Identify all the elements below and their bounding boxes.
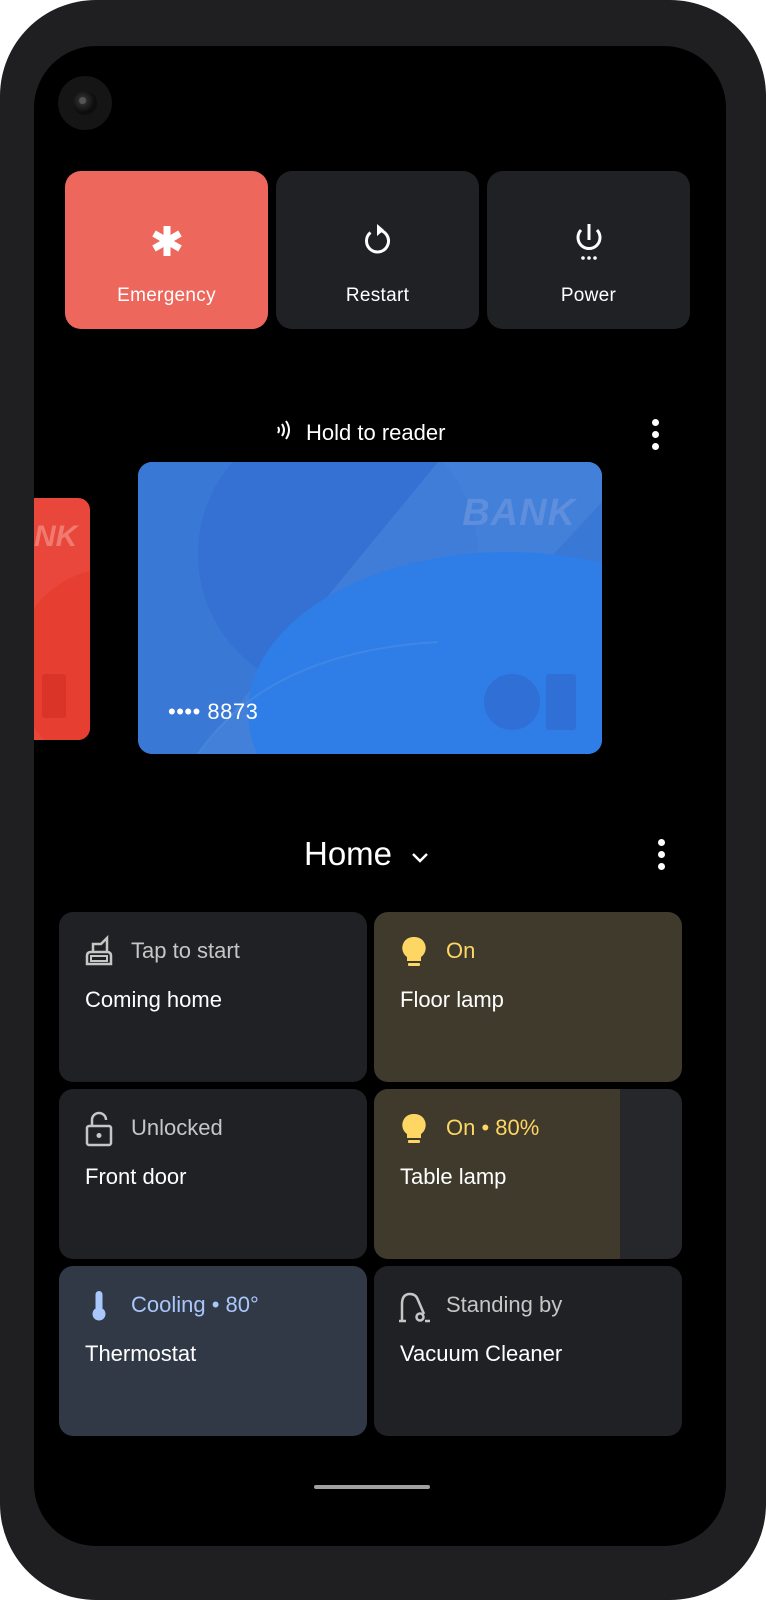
side-card-bank: NK	[34, 520, 78, 553]
restart-label: Restart	[345, 285, 410, 306]
restart-icon	[276, 221, 479, 261]
chevron-down-icon	[410, 835, 430, 873]
unlocked-icon	[81, 1111, 117, 1147]
screen: Emergency Restart Power Hold to reader N…	[34, 46, 726, 1546]
nfc-icon	[274, 419, 296, 447]
lightbulb-icon	[396, 934, 432, 970]
power-icon	[487, 221, 690, 261]
tile-floor-lamp[interactable]: On Floor lamp	[374, 912, 682, 1082]
gesture-navigation-handle[interactable]	[314, 1485, 430, 1489]
phone-frame: Emergency Restart Power Hold to reader N…	[0, 0, 766, 1600]
side-card[interactable]: NK	[34, 498, 90, 740]
card-bank-text: BANK	[462, 492, 576, 534]
vacuum-icon	[396, 1288, 432, 1324]
tile-name: Vacuum Cleaner	[400, 1341, 563, 1366]
routine-icon	[81, 934, 117, 970]
tile-name: Front door	[85, 1164, 187, 1189]
power-label: Power	[560, 285, 617, 306]
home-title: Home	[304, 835, 393, 872]
asterisk-icon	[65, 221, 268, 261]
tile-front-door[interactable]: Unlocked Front door	[59, 1089, 367, 1259]
tile-status: On	[446, 938, 476, 963]
tile-status: On • 80%	[446, 1115, 540, 1140]
hold-to-reader-label: Hold to reader	[306, 420, 446, 445]
card-number: •••• 8873	[168, 699, 259, 724]
tile-status: Unlocked	[131, 1115, 223, 1140]
tile-name: Table lamp	[400, 1164, 507, 1189]
tile-status: Tap to start	[131, 938, 240, 963]
restart-button[interactable]: Restart	[276, 171, 479, 329]
tile-vacuum-cleaner[interactable]: Standing by Vacuum Cleaner	[374, 1266, 682, 1436]
side-button	[760, 420, 766, 530]
tile-table-lamp[interactable]: On • 80% Table lamp	[374, 1089, 682, 1259]
thermometer-icon	[81, 1288, 117, 1324]
lightbulb-icon	[396, 1111, 432, 1147]
home-more-button[interactable]	[646, 834, 676, 874]
camera-icon	[58, 76, 112, 130]
wallet-more-button[interactable]	[640, 414, 670, 454]
frame-edge	[48, 0, 54, 8]
emergency-label: Emergency	[117, 285, 216, 306]
tile-name: Coming home	[85, 987, 222, 1012]
payment-card[interactable]: BANK •••• 8873	[138, 462, 602, 754]
hold-to-reader: Hold to reader	[274, 418, 445, 448]
tile-name: Thermostat	[85, 1341, 197, 1366]
tile-name: Floor lamp	[400, 987, 504, 1012]
home-selector[interactable]: Home	[304, 832, 430, 876]
tile-status: Standing by	[446, 1292, 563, 1317]
tile-thermostat[interactable]: Cooling • 80° Thermostat	[59, 1266, 367, 1436]
emergency-button[interactable]: Emergency	[65, 171, 268, 329]
tile-status: Cooling • 80°	[131, 1292, 259, 1317]
power-button[interactable]: Power	[487, 171, 690, 329]
tile-coming-home[interactable]: Tap to start Coming home	[59, 912, 367, 1082]
